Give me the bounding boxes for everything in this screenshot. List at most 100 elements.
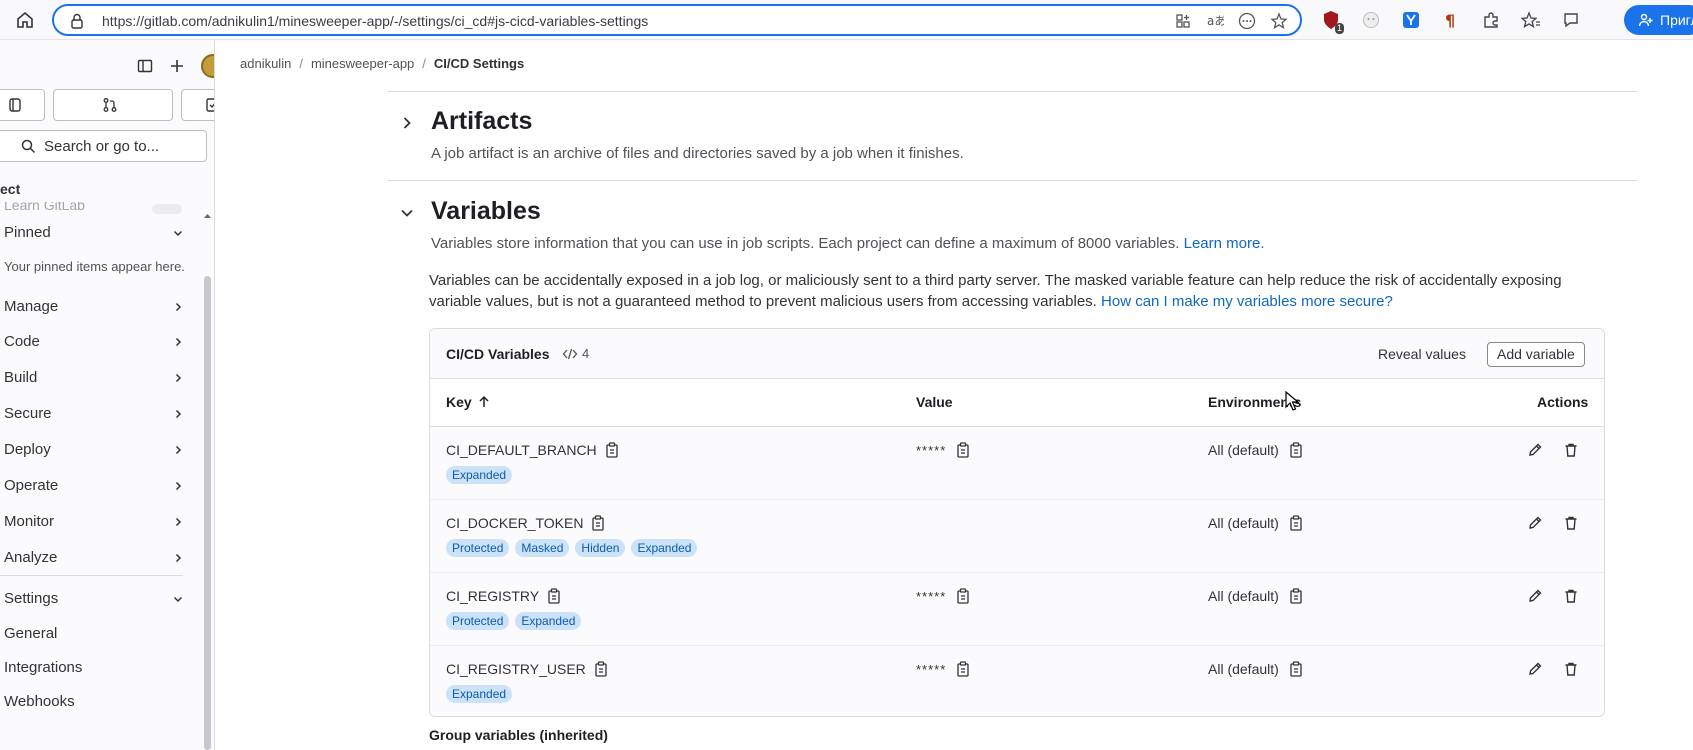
ci-cd-variables-card: CI/CD Variables 4 Reveal values Add vari… [429, 328, 1605, 717]
user-avatar[interactable] [201, 54, 214, 78]
sidebar-item-manage[interactable]: Manage [4, 298, 184, 315]
chevron-down-icon[interactable] [397, 203, 417, 223]
chevron-right-icon [172, 301, 184, 313]
table-row: CI_DEFAULT_BRANCH Expanded ***** All (de… [430, 427, 1604, 500]
sidebar-item-analyze[interactable]: Analyze [4, 549, 184, 566]
add-variable-button[interactable]: Add variable [1487, 342, 1585, 367]
delete-trash-icon[interactable] [1562, 587, 1580, 605]
app-install-icon[interactable] [1172, 10, 1194, 32]
variables-section-title[interactable]: Variables [431, 197, 541, 226]
scroll-up-icon[interactable] [203, 212, 212, 220]
sidebar-item-learn-gitlab[interactable]: Learn GitLab [4, 202, 85, 213]
search-input[interactable]: Search or go to... [0, 130, 207, 162]
sidebar-subitem-webhooks[interactable]: Webhooks [4, 693, 75, 710]
code-icon [562, 347, 578, 361]
invite-button[interactable]: Пригл [1624, 5, 1693, 35]
home-icon[interactable] [14, 9, 36, 31]
breadcrumb-user[interactable]: adnikulin [240, 56, 291, 71]
svg-text:¶: ¶ [1445, 11, 1455, 29]
merge-request-icon [102, 97, 118, 113]
artifacts-section-title[interactable]: Artifacts [431, 107, 532, 136]
table-row: CI_DOCKER_TOKEN Protected Masked Hidden … [430, 500, 1604, 573]
issues-count-button[interactable] [0, 89, 45, 121]
sidebar-divider [0, 575, 183, 576]
variable-badge: Expanded [446, 685, 513, 703]
variables-count: 4 [562, 346, 589, 361]
extension-badge: 1 [1334, 23, 1344, 34]
left-sidebar: 1 Search or go to... ect Learn GitLab Pi… [0, 40, 215, 750]
todos-count-button[interactable]: 1 [181, 89, 214, 121]
site-info-icon[interactable] [68, 12, 86, 30]
pinned-empty-note: Your pinned items appear here. [4, 259, 185, 274]
column-header-actions: Actions [1537, 394, 1589, 410]
breadcrumb-current[interactable]: CI/CD Settings [434, 56, 524, 71]
variables-security-link[interactable]: How can I make my variables more secure? [1101, 293, 1393, 310]
copy-icon[interactable] [591, 515, 605, 531]
sidebar-item-pinned[interactable]: Pinned [4, 224, 184, 241]
breadcrumb: adnikulin / minesweeper-app / CI/CD Sett… [240, 56, 524, 71]
variable-environment: All (default) [1208, 588, 1303, 604]
scrollbar-thumb[interactable] [204, 276, 211, 750]
breadcrumb-project[interactable]: minesweeper-app [311, 56, 414, 71]
copy-icon[interactable] [547, 588, 561, 604]
merge-requests-count-button[interactable] [53, 89, 173, 121]
chevron-right-icon[interactable] [397, 113, 417, 133]
delete-trash-icon[interactable] [1562, 514, 1580, 532]
edit-pencil-icon[interactable] [1526, 514, 1544, 532]
mouse-cursor-icon [1285, 391, 1299, 411]
sidebar-item-secure[interactable]: Secure [4, 405, 184, 422]
issues-icon [7, 97, 23, 113]
more-icon[interactable] [1236, 10, 1258, 32]
sidebar-item-operate[interactable]: Operate [4, 477, 184, 494]
edit-pencil-icon[interactable] [1526, 587, 1544, 605]
favorites-icon[interactable] [1518, 9, 1544, 31]
group-variables-title: Group variables (inherited) [429, 727, 608, 743]
sidebar-subitem-integrations[interactable]: Integrations [4, 659, 82, 676]
edit-pencil-icon[interactable] [1526, 660, 1544, 678]
copy-icon[interactable] [1289, 588, 1303, 604]
copy-icon[interactable] [605, 442, 619, 458]
delete-trash-icon[interactable] [1562, 660, 1580, 678]
url-text[interactable]: https://gitlab.com/adnikulin1/minesweepe… [102, 13, 648, 29]
address-bar[interactable]: https://gitlab.com/adnikulin1/minesweepe… [52, 4, 1302, 36]
variable-value: ***** [916, 661, 970, 677]
variable-value: ***** [916, 588, 970, 604]
copy-icon[interactable] [956, 588, 970, 604]
reveal-values-button[interactable]: Reveal values [1370, 342, 1474, 366]
people-icon [1638, 12, 1654, 28]
chat-icon[interactable] [1558, 9, 1584, 31]
variable-badge: Expanded [631, 539, 698, 557]
pilcrow-extension-icon[interactable]: ¶ [1438, 9, 1464, 31]
column-header-value: Value [916, 394, 953, 410]
variable-key: CI_REGISTRY [446, 588, 561, 604]
copy-icon[interactable] [956, 661, 970, 677]
copy-icon[interactable] [1289, 442, 1303, 458]
copy-icon[interactable] [594, 661, 608, 677]
sidebar-item-deploy[interactable]: Deploy [4, 441, 184, 458]
sidebar-item-monitor[interactable]: Monitor [4, 513, 184, 530]
yandex-extension-icon[interactable] [1398, 9, 1424, 31]
create-new-icon[interactable] [169, 58, 185, 74]
todo-icon [205, 97, 214, 113]
extensions-puzzle-icon[interactable] [1478, 9, 1504, 31]
variable-badge: Hidden [575, 539, 626, 557]
translate-icon[interactable]: aあ [1204, 10, 1226, 32]
learn-more-link[interactable]: Learn more. [1184, 235, 1265, 252]
sidebar-subitem-general[interactable]: General [4, 625, 57, 642]
sidebar-item-build[interactable]: Build [4, 369, 184, 386]
toggle-sidebar-icon[interactable] [137, 58, 153, 74]
extension-face-icon[interactable] [1358, 9, 1384, 31]
copy-icon[interactable] [956, 442, 970, 458]
ublock-extension-icon[interactable]: 1 [1318, 9, 1344, 34]
sidebar-item-settings[interactable]: Settings [4, 590, 184, 607]
sidebar-item-code[interactable]: Code [4, 333, 184, 350]
column-header-key[interactable]: Key [446, 394, 490, 410]
delete-trash-icon[interactable] [1562, 441, 1580, 459]
copy-icon[interactable] [1289, 515, 1303, 531]
edit-pencil-icon[interactable] [1526, 441, 1544, 459]
star-icon[interactable] [1268, 10, 1290, 32]
sidebar-scroll-area[interactable]: Learn GitLab Pinned Your pinned items ap… [0, 202, 214, 750]
variable-value: ***** [916, 442, 970, 458]
sidebar-scrollbar[interactable] [204, 202, 211, 750]
copy-icon[interactable] [1289, 661, 1303, 677]
